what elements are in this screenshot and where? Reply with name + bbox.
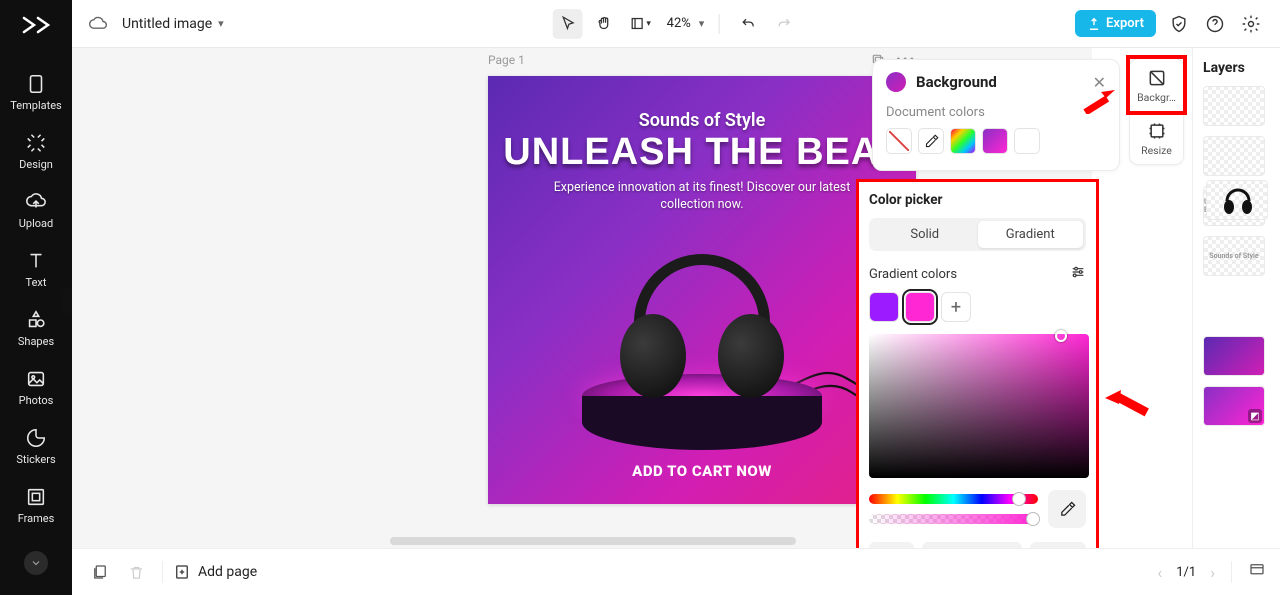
background-panel-close[interactable]: ✕ <box>1093 73 1106 92</box>
doc-colors-row <box>873 128 1119 164</box>
headphones-graphic <box>620 248 784 398</box>
swatch-eyedropper[interactable] <box>918 128 944 154</box>
project-title[interactable]: Untitled image <box>122 16 212 32</box>
gradient-stop-add[interactable]: + <box>941 292 971 322</box>
rail-design[interactable]: Design <box>0 123 72 182</box>
swatch-gradient[interactable] <box>982 128 1008 154</box>
saturation-cursor[interactable] <box>1055 330 1067 342</box>
color-picker-panel: Color picker Solid Gradient Gradient col… <box>856 179 1099 584</box>
tab-gradient[interactable]: Gradient <box>978 221 1084 248</box>
swatch-rainbow[interactable] <box>950 128 976 154</box>
rail-photos[interactable]: Photos <box>0 359 72 418</box>
color-picker-title: Color picker <box>869 192 1086 208</box>
redo-button[interactable] <box>769 9 799 39</box>
title-dropdown-icon[interactable]: ▾ <box>218 17 224 30</box>
art-subtitle: Sounds of Style <box>639 110 766 131</box>
artboard-tool[interactable]: ▾ <box>625 9 655 39</box>
gradient-stops: + <box>869 292 1086 322</box>
export-button[interactable]: Export <box>1075 10 1156 37</box>
background-panel-title: Background <box>916 73 1083 91</box>
help-icon[interactable] <box>1202 11 1228 37</box>
color-mode-tabs: Solid Gradient <box>869 218 1086 251</box>
annotation-highlight-box <box>1126 55 1187 115</box>
separator <box>718 14 719 34</box>
art-headline: UNLEASH THE BEAT <box>503 131 900 174</box>
alpha-slider[interactable] <box>869 514 1038 524</box>
layer-thumb-2[interactable] <box>1203 136 1265 176</box>
alpha-knob[interactable] <box>1026 512 1040 526</box>
gradient-colors-label: Gradient colors <box>869 267 957 282</box>
zoom-dropdown-icon[interactable]: ▾ <box>699 17 705 30</box>
shield-icon[interactable] <box>1166 11 1192 37</box>
rail-text[interactable]: Text <box>0 241 72 300</box>
layer-thumb-7[interactable]: ◩ <box>1203 386 1265 426</box>
gradient-settings-icon[interactable] <box>1070 264 1086 284</box>
add-page-button[interactable]: Add page <box>173 563 257 581</box>
layer-thumb-6[interactable] <box>1203 336 1265 376</box>
zoom-level[interactable]: 42% <box>661 16 693 31</box>
separator <box>1231 561 1232 583</box>
bottom-bar: Add page ‹ 1/1 › <box>72 548 1280 595</box>
present-button[interactable] <box>1248 561 1266 583</box>
background-panel: Background ✕ Document colors <box>872 59 1120 171</box>
left-rail: Templates Design Upload Text Shapes Phot… <box>0 0 72 595</box>
select-tool[interactable] <box>553 9 583 39</box>
rail-upload[interactable]: Upload <box>0 182 72 241</box>
swatch-none[interactable] <box>886 128 912 154</box>
cloud-sync-icon[interactable] <box>88 14 108 34</box>
hand-tool[interactable] <box>589 9 619 39</box>
page-prev[interactable]: ‹ <box>1157 563 1162 582</box>
art-cta: ADD TO CART NOW <box>632 462 772 480</box>
layer-thumb-4[interactable]: Sounds of Style <box>1203 236 1265 276</box>
page-label: Page 1 <box>488 53 525 67</box>
undo-button[interactable] <box>733 9 763 39</box>
app-logo <box>20 14 52 36</box>
layer-bg-indicator-icon: ◩ <box>1248 409 1262 423</box>
top-right: Export <box>1075 10 1264 37</box>
top-bar: Untitled image ▾ ▾ 42% ▾ Export <box>72 0 1280 48</box>
gradient-stop-1[interactable] <box>869 292 899 322</box>
delete-page-button[interactable] <box>122 558 150 586</box>
page-next[interactable]: › <box>1210 563 1215 582</box>
layer-thumb-5[interactable] <box>1206 180 1268 220</box>
page-indicator: 1/1 <box>1172 565 1200 580</box>
top-center-tools: ▾ 42% ▾ <box>553 9 800 39</box>
gradient-stop-2[interactable] <box>905 292 935 322</box>
rail-frames[interactable]: Frames <box>0 477 72 536</box>
design-artboard[interactable]: Sounds of Style UNLEASH THE BEAT Experie… <box>488 76 916 504</box>
rail-more[interactable] <box>24 551 48 575</box>
resize-tool[interactable]: Resize <box>1130 111 1183 164</box>
hue-slider[interactable] <box>869 494 1038 504</box>
layer-thumb-1[interactable] <box>1203 86 1265 126</box>
annotation-arrow-2 <box>1105 390 1151 424</box>
tab-solid[interactable]: Solid <box>872 221 978 248</box>
rail-templates[interactable]: Templates <box>0 64 72 123</box>
eyedropper-button[interactable] <box>1048 490 1086 528</box>
hue-knob[interactable] <box>1012 492 1026 506</box>
horizontal-scrollbar[interactable] <box>390 537 796 545</box>
background-color-preview <box>886 72 906 92</box>
art-body: Experience innovation at its finest! Dis… <box>542 180 862 214</box>
annotation-arrow-1 <box>1083 90 1115 114</box>
saturation-box[interactable] <box>869 334 1089 478</box>
pages-button[interactable] <box>86 558 114 586</box>
rail-stickers[interactable]: Stickers <box>0 418 72 477</box>
separator <box>162 561 163 583</box>
swatch-white[interactable] <box>1014 128 1040 154</box>
layers-panel: Layers UNLEASH THE BEAT Sounds of Style … <box>1192 48 1280 595</box>
layers-title: Layers <box>1203 60 1270 76</box>
settings-icon[interactable] <box>1238 11 1264 37</box>
